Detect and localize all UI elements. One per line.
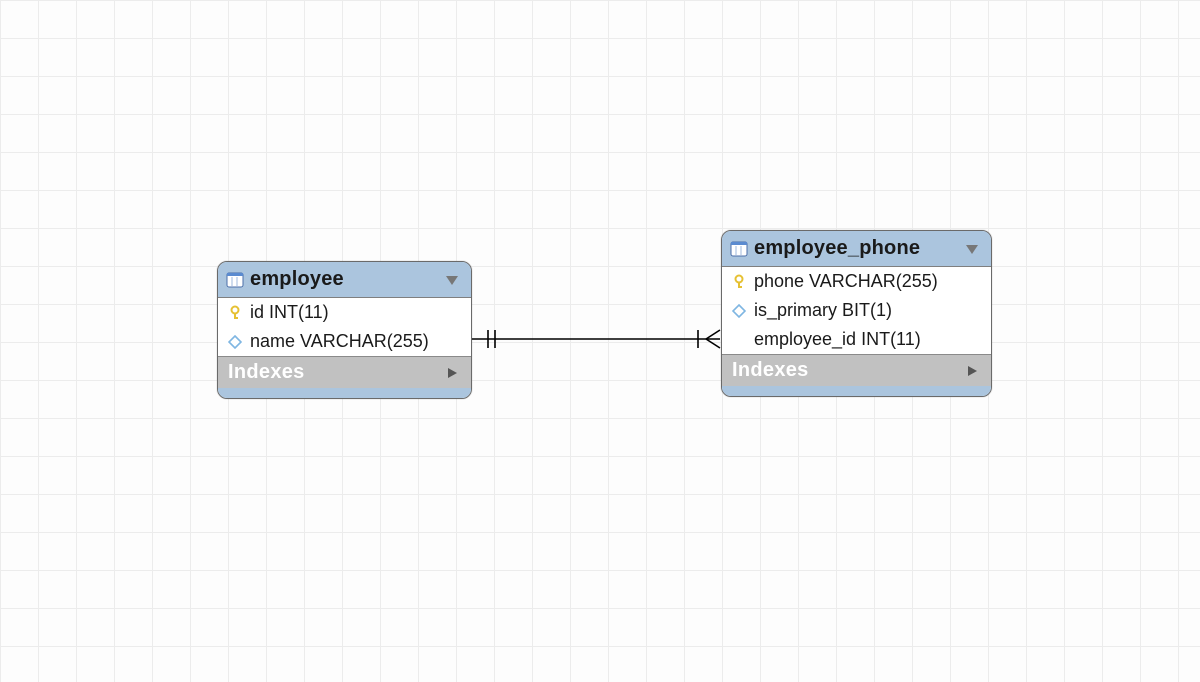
key-icon <box>730 274 748 290</box>
diagram-canvas[interactable]: employee id INT(11) name VARCHAR(255) In… <box>0 0 1200 682</box>
expand-icon[interactable] <box>443 366 461 380</box>
expand-icon[interactable] <box>963 364 981 378</box>
collapse-icon[interactable] <box>963 242 981 256</box>
field-row[interactable]: name VARCHAR(255) <box>218 327 471 356</box>
entity-employee-phone[interactable]: employee_phone phone VARCHAR(255) is_pri… <box>721 230 992 397</box>
key-icon <box>226 305 244 321</box>
field-text: phone VARCHAR(255) <box>754 271 981 292</box>
field-row[interactable]: is_primary BIT(1) <box>722 296 991 325</box>
indexes-label: Indexes <box>732 359 963 382</box>
table-icon <box>730 241 748 257</box>
entity-bottom-strip <box>218 388 471 398</box>
diamond-icon <box>730 304 748 318</box>
field-text: name VARCHAR(255) <box>250 331 461 352</box>
relationship-line <box>0 0 1200 682</box>
entity-footer[interactable]: Indexes <box>722 354 991 386</box>
entity-footer[interactable]: Indexes <box>218 356 471 388</box>
entity-title: employee_phone <box>754 237 957 260</box>
indexes-label: Indexes <box>228 361 443 384</box>
collapse-icon[interactable] <box>443 273 461 287</box>
field-text: employee_id INT(11) <box>754 329 981 350</box>
entity-bottom-strip <box>722 386 991 396</box>
diamond-icon <box>226 335 244 349</box>
table-icon <box>226 272 244 288</box>
field-text: is_primary BIT(1) <box>754 300 981 321</box>
entity-employee[interactable]: employee id INT(11) name VARCHAR(255) In… <box>217 261 472 399</box>
entity-title: employee <box>250 268 437 291</box>
entity-header[interactable]: employee_phone <box>722 231 991 267</box>
field-row[interactable]: id INT(11) <box>218 298 471 327</box>
field-row[interactable]: phone VARCHAR(255) <box>722 267 991 296</box>
field-row[interactable]: employee_id INT(11) <box>722 325 991 354</box>
field-text: id INT(11) <box>250 302 461 323</box>
entity-header[interactable]: employee <box>218 262 471 298</box>
entity-fields: phone VARCHAR(255) is_primary BIT(1) emp… <box>722 267 991 354</box>
entity-fields: id INT(11) name VARCHAR(255) <box>218 298 471 356</box>
